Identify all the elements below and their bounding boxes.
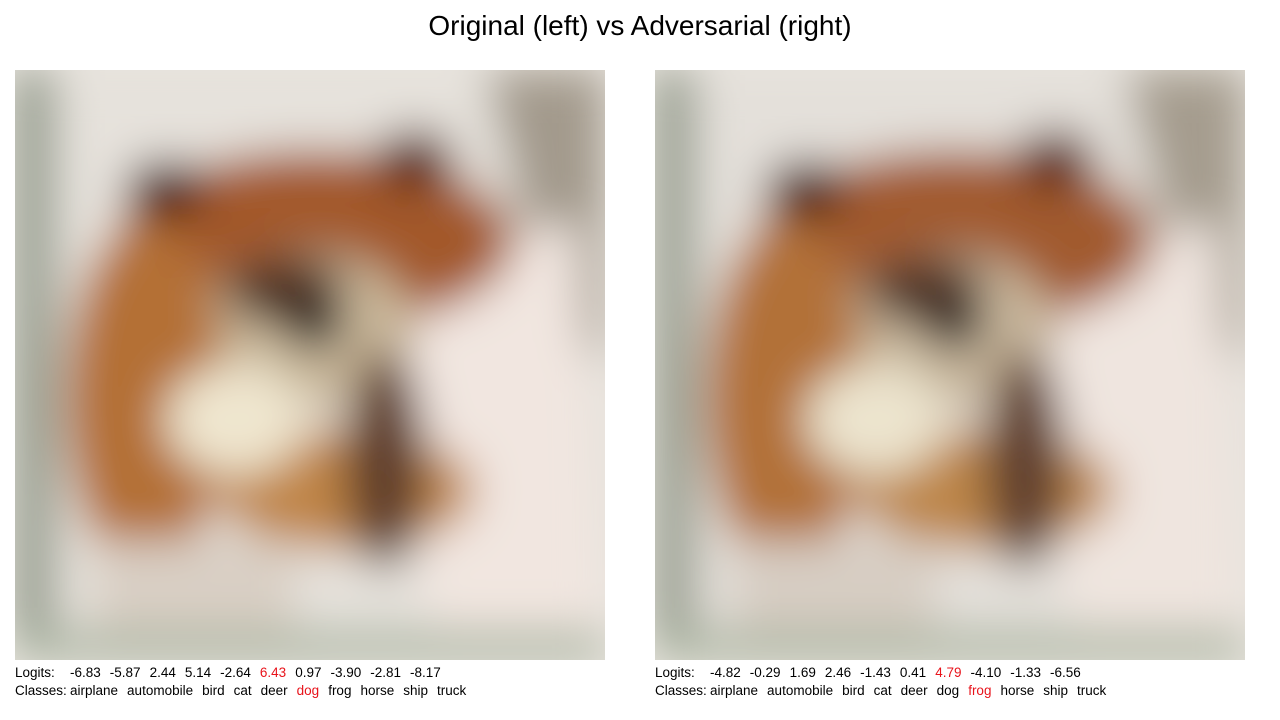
logit-value: 2.44 [149, 665, 176, 680]
class-name: airplane [710, 683, 759, 698]
classes-label: Classes: [655, 683, 707, 698]
logit-value: 2.46 [824, 665, 852, 680]
logit-value: -4.82 [710, 665, 741, 680]
logit-value: -2.64 [220, 665, 251, 680]
class-name: cat [233, 683, 252, 698]
class-name: deer [260, 683, 288, 698]
logit-value: 0.41 [899, 665, 927, 680]
logit-value: 0.97 [295, 665, 322, 680]
logit-value: 1.69 [789, 665, 816, 680]
class-name: airplane [70, 683, 119, 698]
figure-title: Original (left) vs Adversarial (right) [428, 10, 852, 41]
class-name-top: frog [968, 683, 992, 698]
logit-value: -3.90 [330, 665, 362, 680]
adversarial-classes-row: Classes: airplane automobile bird cat de… [655, 682, 1245, 700]
original-image [15, 70, 605, 660]
class-name: horse [1000, 683, 1035, 698]
logit-value: -6.56 [1050, 665, 1081, 680]
class-name: bird [202, 683, 225, 698]
class-name: frog [328, 683, 352, 698]
class-name: deer [900, 683, 928, 698]
logit-value: -0.29 [749, 665, 781, 680]
class-name: dog [936, 683, 960, 698]
logits-label: Logits: [15, 665, 55, 680]
class-name: automobile [127, 683, 194, 698]
logit-value: -6.83 [70, 665, 101, 680]
class-name: ship [1043, 683, 1068, 698]
logit-value: -2.81 [370, 665, 402, 680]
logit-value: -1.43 [860, 665, 891, 680]
logit-value: 5.14 [184, 665, 212, 680]
class-name-top: dog [296, 683, 320, 698]
adversarial-image [655, 70, 1245, 660]
class-name: truck [1077, 683, 1107, 698]
adversarial-panel: Logits: -4.82 -0.29 1.69 2.46 -1.43 0.41… [655, 70, 1245, 700]
class-name: horse [360, 683, 395, 698]
logit-value: -5.87 [109, 665, 141, 680]
original-panel: Logits: -6.83 -5.87 2.44 5.14 -2.64 6.43… [15, 70, 605, 700]
class-name: ship [403, 683, 428, 698]
class-name: automobile [767, 683, 834, 698]
original-logits-row: Logits: -6.83 -5.87 2.44 5.14 -2.64 6.43… [15, 664, 605, 682]
class-name: cat [873, 683, 892, 698]
class-name: truck [437, 683, 467, 698]
original-classes-row: Classes: airplane automobile bird cat de… [15, 682, 605, 700]
logit-value-top: 4.79 [935, 665, 962, 680]
logit-value: -8.17 [410, 665, 441, 680]
logit-value-top: 6.43 [259, 665, 287, 680]
classes-label: Classes: [15, 683, 67, 698]
logit-value: -1.33 [1010, 665, 1042, 680]
adversarial-logits-row: Logits: -4.82 -0.29 1.69 2.46 -1.43 0.41… [655, 664, 1245, 682]
logits-label: Logits: [655, 665, 695, 680]
logit-value: -4.10 [970, 665, 1002, 680]
class-name: bird [842, 683, 865, 698]
